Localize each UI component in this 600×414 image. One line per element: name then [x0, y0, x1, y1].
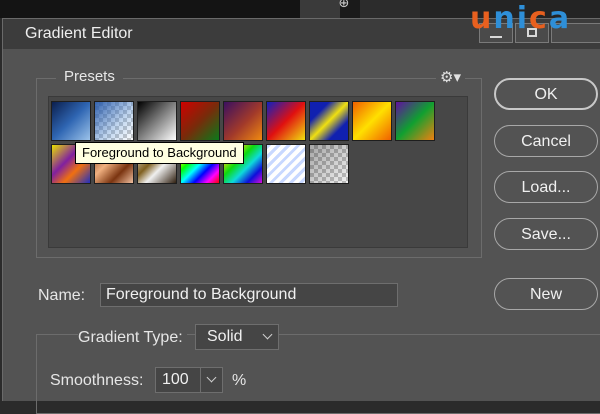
preset-swatch-foreground-to-transparent[interactable]: [94, 101, 134, 141]
background-bar-segment: [0, 0, 300, 18]
save-button[interactable]: Save...: [494, 218, 598, 250]
dialog-title: Gradient Editor: [25, 25, 133, 42]
preset-tooltip: Foreground to Background: [75, 142, 244, 164]
ps-icon: ⊕: [338, 0, 350, 11]
preset-swatch-violet-orange[interactable]: [223, 101, 263, 141]
minimize-icon: [490, 36, 502, 38]
name-label: Name:: [38, 287, 86, 304]
chevron-down-icon: [262, 329, 273, 340]
smoothness-unit: %: [232, 372, 247, 389]
background-bar-segment: [360, 0, 420, 18]
name-field[interactable]: Foreground to Background: [100, 283, 398, 307]
gradient-type-value: Solid: [207, 328, 243, 345]
preset-swatch-red-green[interactable]: [180, 101, 220, 141]
field-divider: [200, 368, 201, 392]
new-button[interactable]: New: [494, 278, 598, 310]
preset-swatch-violet-green-orange[interactable]: [395, 101, 435, 141]
smoothness-label: Smoothness:: [50, 372, 144, 389]
ok-button[interactable]: OK: [494, 78, 598, 110]
chevron-down-icon[interactable]: [206, 372, 217, 383]
smoothness-value: 100: [162, 371, 189, 388]
gradient-type-label: Gradient Type:: [78, 329, 187, 347]
preset-swatch-blue-yellow-blue[interactable]: [309, 101, 349, 141]
presets-label: Presets: [56, 68, 123, 85]
preset-swatch-black-white[interactable]: [137, 101, 177, 141]
gear-icon[interactable]: ⚙▾: [436, 68, 465, 86]
gradient-type-select[interactable]: Solid: [195, 324, 279, 350]
presets-swatch-grid: [48, 96, 468, 248]
preset-swatch-blue-red-yellow[interactable]: [266, 101, 306, 141]
load-button[interactable]: Load...: [494, 171, 598, 203]
smoothness-field[interactable]: 100: [155, 367, 223, 393]
cancel-button[interactable]: Cancel: [494, 125, 598, 157]
preset-swatch-transparent-stripes[interactable]: [266, 144, 306, 184]
preset-swatch-foreground-to-background[interactable]: [51, 101, 91, 141]
preset-swatch-neutral-density[interactable]: [309, 144, 349, 184]
preset-swatch-orange-yellow-orange[interactable]: [352, 101, 392, 141]
unica-logo: unica: [470, 1, 572, 36]
